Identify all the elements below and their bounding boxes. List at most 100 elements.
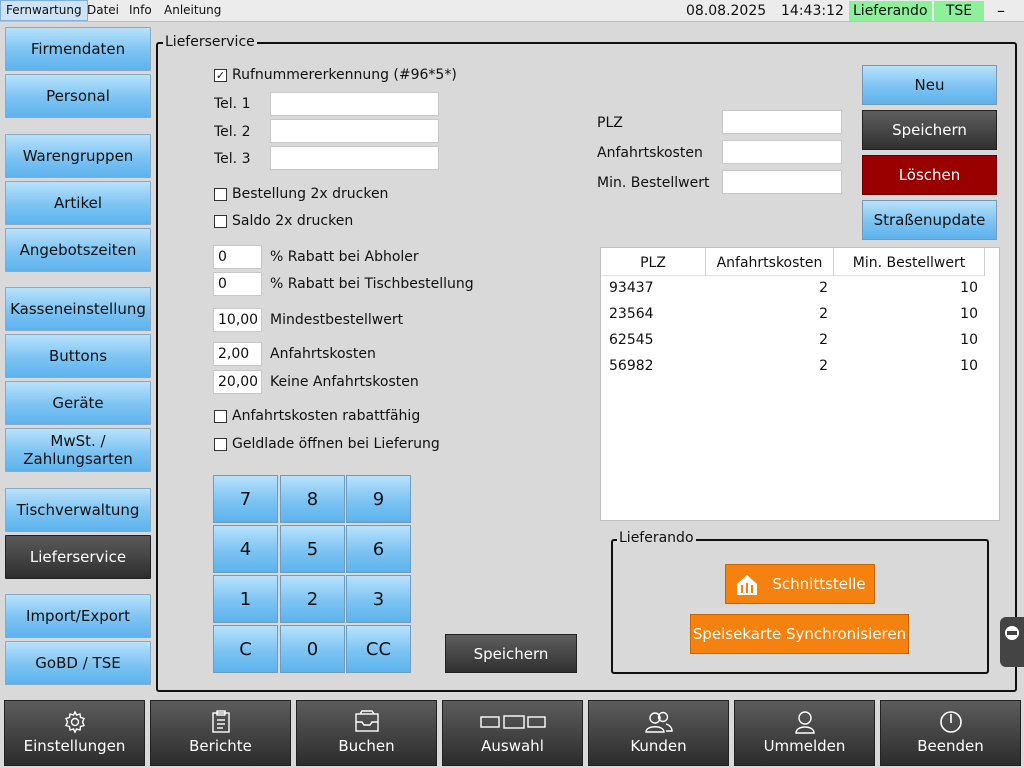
keypad-2[interactable]: 2 xyxy=(280,575,345,623)
loeschen-button[interactable]: Löschen xyxy=(862,155,997,195)
berichte-button[interactable]: Berichte xyxy=(150,700,291,766)
rabatt-abholer-label: % Rabatt bei Abholer xyxy=(270,249,419,265)
rabatt-tisch-input[interactable]: 0 xyxy=(213,272,262,296)
column-header-anfahrtskosten[interactable]: Anfahrtskosten xyxy=(706,248,834,276)
menu-fernwartung[interactable]: Fernwartung xyxy=(0,0,88,21)
tel3-input[interactable] xyxy=(270,146,439,170)
tel2-label: Tel. 2 xyxy=(214,124,251,140)
time-display: 14:43:12 xyxy=(781,3,844,19)
sidebar-item-firmendaten[interactable]: Firmendaten xyxy=(5,27,151,71)
date-display: 08.08.2025 xyxy=(686,3,767,19)
remote-support-tab[interactable] xyxy=(1000,617,1024,667)
kunden-button[interactable]: Kunden xyxy=(588,700,729,766)
sidebar-item-warengruppen[interactable]: Warengruppen xyxy=(5,134,151,178)
anfahrtskosten-rabatt-checkbox[interactable] xyxy=(214,410,227,423)
mindestbestellwert-label: Mindestbestellwert xyxy=(270,312,404,328)
plz-min-bestellwert-input[interactable] xyxy=(722,170,842,194)
tel2-input[interactable] xyxy=(270,119,439,143)
plz-table[interactable]: PLZ Anfahrtskosten Min. Bestellwert 9343… xyxy=(600,247,1000,521)
tel3-label: Tel. 3 xyxy=(214,151,251,167)
sidebar-item-buttons[interactable]: Buttons xyxy=(5,334,151,378)
rabatt-abholer-input[interactable]: 0 xyxy=(213,245,262,269)
sidebar-item-mwst-zahlungsarten[interactable]: MwSt. / Zahlungsarten xyxy=(5,428,151,472)
menu-datei[interactable]: Datei xyxy=(82,0,124,21)
sidebar-item-lieferservice[interactable]: Lieferservice xyxy=(5,535,151,579)
keypad-5[interactable]: 5 xyxy=(280,525,345,573)
sidebar-item-import-export[interactable]: Import/Export xyxy=(5,594,151,638)
sidebar-item-kasseneinstellung[interactable]: Kasseneinstellung xyxy=(5,287,151,331)
rabatt-tisch-label: % Rabatt bei Tischbestellung xyxy=(270,276,474,292)
plz-input[interactable] xyxy=(722,110,842,134)
inbox-icon xyxy=(297,709,436,735)
saldo-2x-label: Saldo 2x drucken xyxy=(232,213,354,229)
plz-label: PLZ xyxy=(597,115,623,131)
cell-plz: 93437 xyxy=(609,280,654,296)
cell-min-bestellwert: 10 xyxy=(960,306,978,322)
cell-anfahrtskosten: 2 xyxy=(819,358,828,374)
beenden-button[interactable]: Beenden xyxy=(880,700,1021,766)
speichern-plz-button[interactable]: Speichern xyxy=(862,110,997,150)
sidebar-item-geraete[interactable]: Geräte xyxy=(5,381,151,425)
keypad-clear-all[interactable]: CC xyxy=(346,625,411,673)
sidebar-item-personal[interactable]: Personal xyxy=(5,74,151,118)
keypad-3[interactable]: 3 xyxy=(346,575,411,623)
anfahrtskosten-input[interactable]: 2,00 xyxy=(213,342,262,366)
menu-anleitung[interactable]: Anleitung xyxy=(159,0,226,21)
plz-min-bestellwert-label: Min. Bestellwert xyxy=(597,175,710,191)
keypad-1[interactable]: 1 xyxy=(213,575,278,623)
keine-anfahrtskosten-input[interactable]: 20,00 xyxy=(213,370,262,394)
table-row[interactable]: 56982 2 10 xyxy=(601,353,985,379)
cell-plz: 56982 xyxy=(609,358,654,374)
keypad-9[interactable]: 9 xyxy=(346,475,411,523)
cell-anfahrtskosten: 2 xyxy=(819,280,828,296)
keypad-7[interactable]: 7 xyxy=(213,475,278,523)
einstellungen-button[interactable]: Einstellungen xyxy=(4,700,145,766)
mindestbestellwert-input[interactable]: 10,00 xyxy=(213,308,262,332)
users-icon xyxy=(589,709,728,735)
keypad-clear[interactable]: C xyxy=(213,625,278,673)
buchen-button[interactable]: Buchen xyxy=(296,700,437,766)
power-icon xyxy=(881,709,1020,735)
lieferando-status-badge: Lieferando xyxy=(849,1,932,21)
keypad-4[interactable]: 4 xyxy=(213,525,278,573)
lieferando-panel-title: Lieferando xyxy=(617,530,696,546)
rufnummer-checkbox[interactable]: ✓ xyxy=(214,69,227,82)
sidebar-item-gobd-tse[interactable]: GoBD / TSE xyxy=(5,641,151,685)
neu-button[interactable]: Neu xyxy=(862,65,997,105)
save-settings-button[interactable]: Speichern xyxy=(445,634,577,673)
speisekarte-sync-button[interactable]: Speisekarte Synchronisieren xyxy=(690,614,909,654)
ummelden-button[interactable]: Ummelden xyxy=(734,700,875,766)
column-header-plz[interactable]: PLZ xyxy=(601,248,706,276)
keypad-6[interactable]: 6 xyxy=(346,525,411,573)
cell-min-bestellwert: 10 xyxy=(960,280,978,296)
berichte-label: Berichte xyxy=(189,737,252,755)
bestellung-2x-checkbox[interactable] xyxy=(214,188,227,201)
cell-plz: 23564 xyxy=(609,306,654,322)
cell-anfahrtskosten: 2 xyxy=(819,306,828,322)
sidebar-item-angebotszeiten[interactable]: Angebotszeiten xyxy=(5,228,151,272)
geldlade-checkbox[interactable] xyxy=(214,438,227,451)
plz-anfahrtskosten-input[interactable] xyxy=(722,140,842,164)
boxes-icon xyxy=(443,709,582,735)
table-row[interactable]: 93437 2 10 xyxy=(601,275,985,301)
strassenupdate-button[interactable]: Straßenupdate xyxy=(862,200,997,240)
keypad-8[interactable]: 8 xyxy=(280,475,345,523)
schnittstelle-button[interactable]: Schnittstelle xyxy=(725,564,875,604)
cell-min-bestellwert: 10 xyxy=(960,332,978,348)
menu-info[interactable]: Info xyxy=(124,0,157,21)
auswahl-label: Auswahl xyxy=(481,737,544,755)
auswahl-button[interactable]: Auswahl xyxy=(442,700,583,766)
minimize-button[interactable]: – xyxy=(997,0,1005,22)
keypad-0[interactable]: 0 xyxy=(280,625,345,673)
sidebar-item-tischverwaltung[interactable]: Tischverwaltung xyxy=(5,488,151,532)
table-row[interactable]: 62545 2 10 xyxy=(601,327,985,353)
table-row[interactable]: 23564 2 10 xyxy=(601,301,985,327)
rufnummer-label: Rufnummerer­kennung (#96*5*) xyxy=(232,67,457,83)
tel1-input[interactable] xyxy=(270,92,439,116)
column-header-min-bestellwert[interactable]: Min. Bestellwert xyxy=(834,248,985,276)
saldo-2x-checkbox[interactable] xyxy=(214,215,227,228)
sidebar-item-artikel[interactable]: Artikel xyxy=(5,181,151,225)
user-icon xyxy=(735,709,874,735)
tel1-label: Tel. 1 xyxy=(214,96,251,112)
remote-support-icon xyxy=(1005,626,1019,640)
